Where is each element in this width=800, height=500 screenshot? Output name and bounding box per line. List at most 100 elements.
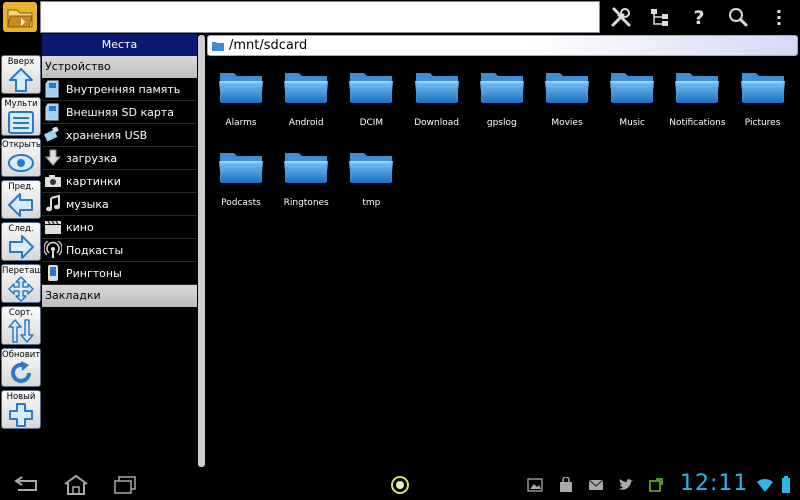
- sdcard-icon: [44, 80, 62, 98]
- current-path-text: /mnt/sdcard: [229, 38, 308, 53]
- place-label: Внешняя SD карта: [66, 105, 174, 119]
- back-icon[interactable]: [10, 473, 40, 497]
- home-icon[interactable]: [60, 473, 92, 497]
- place-usb-storage[interactable]: хранения USB: [42, 124, 197, 147]
- sort-icon: [8, 319, 34, 343]
- new-button[interactable]: Новый: [1, 390, 41, 429]
- folder-icon: [610, 73, 655, 103]
- tools-icon[interactable]: [602, 0, 640, 34]
- tree-icon[interactable]: [641, 0, 679, 34]
- place-label: кино: [66, 220, 94, 234]
- folder-item[interactable]: Podcasts: [208, 150, 274, 220]
- up-button[interactable]: Вверх: [1, 55, 41, 94]
- folder-icon: [675, 73, 720, 103]
- prev-button[interactable]: Пред.: [1, 180, 41, 219]
- folder-label: Alarms: [225, 118, 257, 128]
- battery-icon: [778, 473, 794, 497]
- arrow-left-icon: [8, 193, 33, 217]
- multi-button[interactable]: Мульти: [1, 97, 41, 136]
- move-icon: [8, 276, 34, 302]
- panel-divider[interactable]: [198, 35, 205, 467]
- search-icon[interactable]: [719, 0, 757, 34]
- place-music[interactable]: музыка: [42, 193, 197, 216]
- place-pictures[interactable]: картинки: [42, 170, 197, 193]
- arrow-right-icon: [9, 235, 34, 259]
- current-path-bar[interactable]: /mnt/sdcard: [207, 35, 798, 56]
- eye-icon: [8, 154, 34, 172]
- folder-item[interactable]: Android: [273, 70, 339, 140]
- drag-button[interactable]: Перетащ.: [1, 264, 46, 303]
- path-input[interactable]: [40, 1, 600, 33]
- sdcard-icon: [44, 103, 62, 121]
- folder-item[interactable]: Download: [404, 70, 470, 140]
- folder-label: gpslog: [486, 118, 517, 128]
- folder-icon: [284, 153, 329, 183]
- places-title: Места: [42, 34, 197, 56]
- folder-label: Android: [288, 118, 324, 128]
- overflow-menu-icon[interactable]: [760, 0, 798, 34]
- open-button[interactable]: Открыть: [1, 138, 41, 177]
- bookmarks-section-header[interactable]: Закладки: [42, 285, 197, 307]
- folder-item[interactable]: DCIM: [338, 70, 404, 140]
- status-clock: 12:11: [680, 471, 749, 496]
- place-podcasts[interactable]: Подкасты: [42, 239, 197, 262]
- folder-item[interactable]: Ringtones: [273, 150, 339, 220]
- prev-label: Пред.: [8, 182, 34, 192]
- lights-out-icon[interactable]: [387, 473, 413, 497]
- folder-icon: [545, 73, 589, 103]
- folder-icon: [219, 73, 263, 103]
- place-movies[interactable]: кино: [42, 216, 197, 239]
- action-bar: ?: [0, 0, 800, 34]
- folder-label: Pictures: [744, 118, 781, 128]
- folder-item[interactable]: gpslog: [469, 70, 535, 140]
- folder-icon: [740, 73, 785, 103]
- device-section-header[interactable]: Устройство: [42, 56, 197, 78]
- place-label: картинки: [66, 174, 121, 188]
- help-icon[interactable]: ?: [680, 0, 718, 34]
- folder-label: DCIM: [359, 118, 384, 128]
- app-folder-icon[interactable]: [3, 2, 37, 32]
- clapper-icon: [44, 218, 62, 236]
- folder-label: Podcasts: [221, 198, 261, 208]
- folder-item[interactable]: tmp: [338, 150, 404, 220]
- open-label: Открыть: [2, 140, 41, 150]
- place-internal-memory[interactable]: Внутренняя память: [42, 78, 197, 101]
- podcast-icon: [44, 241, 62, 259]
- mail-notification-icon: [585, 473, 607, 497]
- places-panel: Места Устройство Внутренняя память Внешн…: [42, 34, 197, 467]
- folder-icon: [284, 73, 329, 103]
- svg-text:?: ?: [693, 7, 704, 28]
- drag-label: Перетащ.: [2, 266, 46, 276]
- usb-icon: [44, 126, 62, 144]
- place-label: хранения USB: [66, 128, 148, 142]
- next-label: След.: [8, 224, 34, 234]
- place-external-sd[interactable]: Внешняя SD карта: [42, 101, 197, 124]
- refresh-button[interactable]: Обновить: [1, 348, 46, 387]
- place-label: Подкасты: [66, 243, 124, 257]
- folder-item[interactable]: Alarms: [208, 70, 274, 140]
- folder-label: Movies: [551, 118, 583, 128]
- folder-label: tmp: [362, 198, 381, 208]
- next-button[interactable]: След.: [1, 222, 41, 261]
- sort-label: Сорт.: [8, 308, 34, 318]
- camera-icon: [44, 172, 62, 190]
- folder-item[interactable]: Music: [599, 70, 665, 140]
- refresh-icon: [11, 361, 31, 383]
- place-downloads[interactable]: загрузка: [42, 147, 197, 170]
- folder-item[interactable]: Pictures: [730, 70, 796, 140]
- folder-item[interactable]: Movies: [534, 70, 600, 140]
- market-notification-icon: [555, 473, 577, 497]
- folder-label: Notifications: [669, 118, 726, 128]
- place-label: музыка: [66, 197, 109, 211]
- folder-label: Download: [414, 118, 459, 128]
- folder-icon: [349, 73, 394, 103]
- folder-item[interactable]: Notifications: [664, 70, 730, 140]
- twitter-notification-icon: [615, 473, 637, 497]
- folder-icon: [479, 73, 524, 103]
- list-icon: [8, 111, 34, 134]
- download-icon: [44, 149, 62, 167]
- place-ringtones[interactable]: Рингтоны: [42, 262, 197, 285]
- recent-apps-icon[interactable]: [110, 473, 140, 497]
- refresh-label: Обновить: [2, 350, 46, 360]
- sort-button[interactable]: Сорт.: [1, 306, 41, 345]
